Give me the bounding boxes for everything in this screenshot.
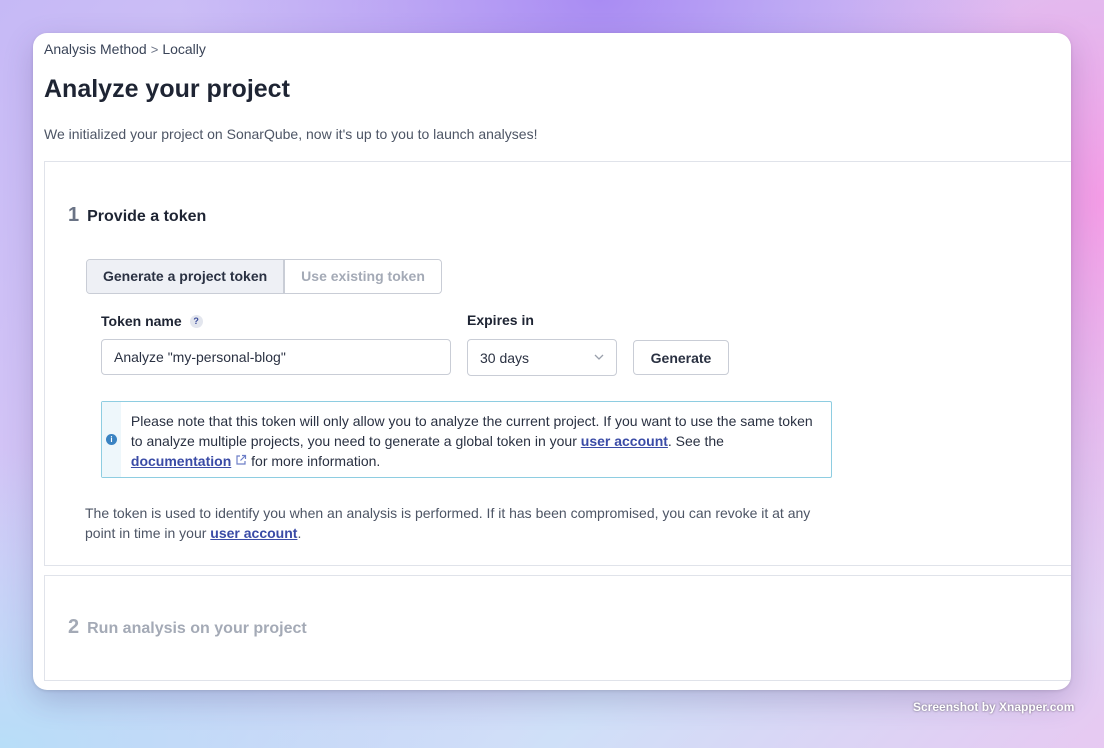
token-type-toggle: Generate a project token Use existing to… [86, 259, 442, 294]
alert-text-part3: for more information. [247, 453, 381, 469]
help-icon[interactable]: ? [189, 314, 203, 328]
step-number: 1 [68, 204, 80, 226]
note-text-part1: The token is used to identify you when a… [85, 505, 811, 541]
chevron-down-icon [594, 352, 604, 363]
documentation-link[interactable]: documentation [131, 453, 231, 469]
info-icon: i [105, 434, 117, 445]
user-account-link[interactable]: user account [581, 433, 668, 449]
generate-button[interactable]: Generate [633, 340, 729, 375]
intro-text: We initialized your project on SonarQube… [44, 126, 538, 142]
breadcrumb-locally: Locally [162, 41, 206, 57]
alert-icon-column: i [102, 402, 121, 477]
expires-label: Expires in [467, 312, 534, 328]
breadcrumb-separator: > [150, 41, 159, 57]
token-name-label-text: Token name [101, 313, 182, 329]
page-title: Analyze your project [44, 75, 290, 103]
breadcrumb-analysis-method[interactable]: Analysis Method [44, 41, 147, 57]
step-header: 1 Provide a token [68, 204, 206, 227]
step-run-analysis: 2 Run analysis on your project [44, 575, 1071, 681]
screenshot-credit: Screenshot by Xnapper.com [913, 700, 1075, 714]
token-name-input[interactable]: Analyze "my-personal-blog" [101, 339, 451, 375]
note-text-part2: . [297, 525, 302, 541]
tab-use-existing-token[interactable]: Use existing token [283, 260, 441, 293]
alert-text: Please note that this token will only al… [121, 402, 831, 477]
note-user-account-link[interactable]: user account [210, 525, 297, 541]
step-provide-token: 1 Provide a token Generate a project tok… [44, 161, 1071, 566]
step2-title: Run analysis on your project [87, 620, 307, 637]
step-title: Provide a token [87, 208, 207, 225]
token-name-label: Token name ? [101, 313, 203, 329]
alert-text-part2: . See the [667, 433, 724, 449]
tab-generate-project-token[interactable]: Generate a project token [87, 260, 284, 293]
step2-number: 2 [68, 616, 80, 638]
breadcrumb: Analysis Method > Locally [44, 41, 206, 57]
external-link-icon [235, 452, 247, 472]
info-alert: i Please note that this token will only … [101, 401, 832, 478]
token-usage-note: The token is used to identify you when a… [85, 503, 825, 543]
app-window: Analysis Method > Locally Analyze your p… [33, 33, 1071, 690]
step2-header: 2 Run analysis on your project [68, 616, 307, 639]
expires-select[interactable]: 30 days [467, 339, 617, 376]
expires-select-value: 30 days [480, 349, 530, 366]
